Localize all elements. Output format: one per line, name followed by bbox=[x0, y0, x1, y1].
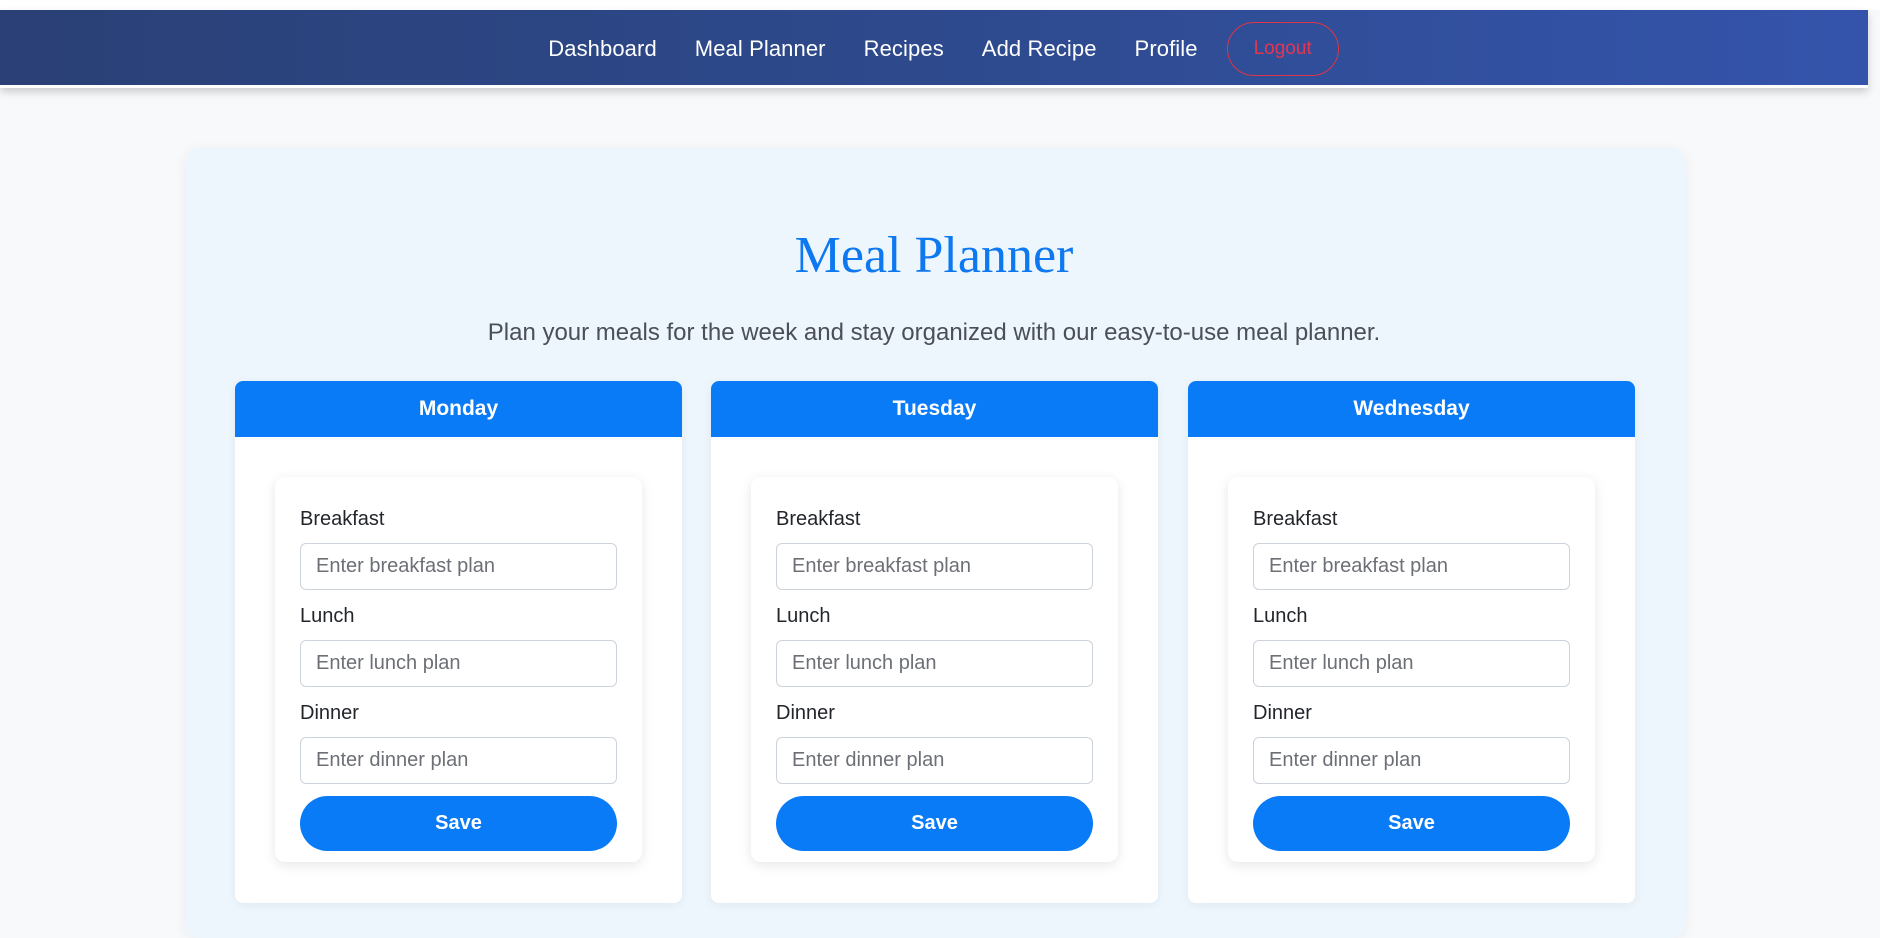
dinner-input-monday[interactable] bbox=[300, 737, 617, 784]
meal-form-monday: Breakfast Lunch Dinner Save bbox=[275, 477, 642, 862]
breakfast-input-monday[interactable] bbox=[300, 543, 617, 590]
breakfast-input-tuesday[interactable] bbox=[776, 543, 1093, 590]
save-button-monday[interactable]: Save bbox=[300, 796, 617, 851]
meal-form-tuesday: Breakfast Lunch Dinner Save bbox=[751, 477, 1118, 862]
top-strip bbox=[0, 0, 1880, 10]
day-card-monday: Monday Breakfast Lunch Dinner Save bbox=[235, 381, 682, 903]
nav-link-profile[interactable]: Profile bbox=[1135, 36, 1198, 62]
day-card-tuesday: Tuesday Breakfast Lunch Dinner Save bbox=[711, 381, 1158, 903]
lunch-input-monday[interactable] bbox=[300, 640, 617, 687]
day-header-monday: Monday bbox=[235, 381, 682, 437]
top-navbar: Dashboard Meal Planner Recipes Add Recip… bbox=[0, 10, 1868, 88]
day-card-wednesday: Wednesday Breakfast Lunch Dinner Save bbox=[1188, 381, 1635, 903]
day-header-wednesday: Wednesday bbox=[1188, 381, 1635, 437]
breakfast-label: Breakfast bbox=[1253, 508, 1338, 530]
nav-link-meal-planner[interactable]: Meal Planner bbox=[695, 36, 826, 62]
breakfast-label: Breakfast bbox=[776, 508, 861, 530]
lunch-input-tuesday[interactable] bbox=[776, 640, 1093, 687]
lunch-label: Lunch bbox=[300, 605, 355, 627]
breakfast-input-wednesday[interactable] bbox=[1253, 543, 1570, 590]
meal-form-wednesday: Breakfast Lunch Dinner Save bbox=[1228, 477, 1595, 862]
dinner-label: Dinner bbox=[300, 702, 359, 724]
dinner-input-tuesday[interactable] bbox=[776, 737, 1093, 784]
page-title: Meal Planner bbox=[794, 227, 1074, 284]
save-button-wednesday[interactable]: Save bbox=[1253, 796, 1570, 851]
nav-link-dashboard[interactable]: Dashboard bbox=[548, 36, 657, 62]
page-subtitle: Plan your meals for the week and stay or… bbox=[487, 319, 1381, 346]
save-button-tuesday[interactable]: Save bbox=[776, 796, 1093, 851]
day-header-tuesday: Tuesday bbox=[711, 381, 1158, 437]
dinner-input-wednesday[interactable] bbox=[1253, 737, 1570, 784]
dinner-label: Dinner bbox=[776, 702, 835, 724]
nav-links: Dashboard Meal Planner Recipes Add Recip… bbox=[0, 10, 1868, 88]
logout-button[interactable]: Logout bbox=[1226, 22, 1339, 76]
lunch-input-wednesday[interactable] bbox=[1253, 640, 1570, 687]
lunch-label: Lunch bbox=[1253, 605, 1308, 627]
nav-link-recipes[interactable]: Recipes bbox=[864, 36, 944, 62]
dinner-label: Dinner bbox=[1253, 702, 1312, 724]
lunch-label: Lunch bbox=[776, 605, 831, 627]
nav-link-add-recipe[interactable]: Add Recipe bbox=[982, 36, 1097, 62]
breakfast-label: Breakfast bbox=[300, 508, 385, 530]
